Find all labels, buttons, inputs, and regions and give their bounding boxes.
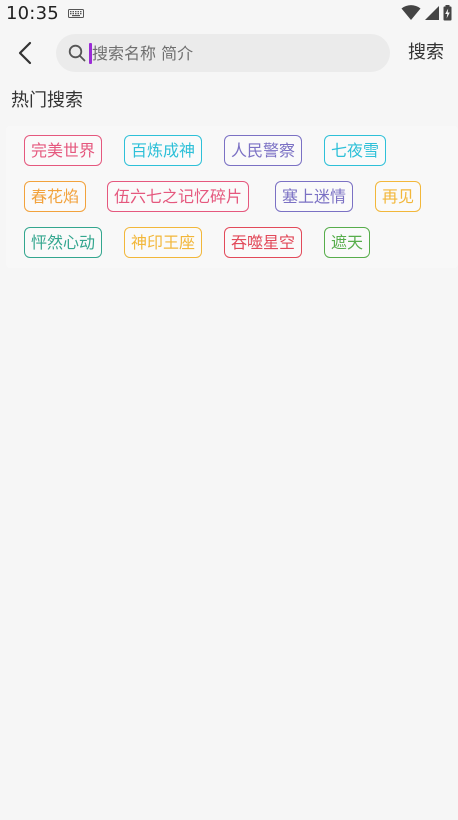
hot-search-tags: 完美世界 百炼成神 人民警察 七夜雪 春花焰 伍六七之记忆碎片 塞上迷情 再见 … (6, 126, 458, 268)
chevron-left-icon (18, 41, 32, 65)
status-bar: 10:35 (0, 0, 458, 28)
status-time: 10:35 (6, 3, 59, 24)
hot-tag[interactable]: 七夜雪 (324, 135, 387, 166)
keyboard-icon (68, 9, 84, 18)
hot-tag[interactable]: 吞噬星空 (224, 227, 303, 258)
hot-tag[interactable]: 怦然心动 (24, 227, 103, 258)
hot-tag[interactable]: 百炼成神 (124, 135, 203, 166)
hot-tag[interactable]: 再见 (375, 181, 422, 212)
search-button[interactable]: 搜索 (408, 40, 444, 66)
status-icons (401, 5, 452, 21)
search-input[interactable] (92, 34, 372, 72)
hot-search-title: 热门搜索 (11, 90, 83, 111)
hot-tag[interactable]: 遮天 (324, 227, 371, 258)
hot-tag[interactable]: 完美世界 (24, 135, 103, 166)
wifi-icon (401, 5, 421, 20)
hot-tag[interactable]: 塞上迷情 (275, 181, 354, 212)
hot-tag[interactable]: 伍六七之记忆碎片 (107, 181, 250, 212)
search-icon (68, 44, 86, 62)
hot-tag[interactable]: 神印王座 (124, 227, 203, 258)
hot-tag[interactable]: 人民警察 (224, 135, 303, 166)
battery-charging-icon (443, 5, 452, 21)
search-box[interactable] (56, 34, 390, 72)
hot-tag[interactable]: 春花焰 (24, 181, 87, 212)
signal-icon (425, 6, 439, 20)
back-button[interactable] (10, 38, 40, 68)
